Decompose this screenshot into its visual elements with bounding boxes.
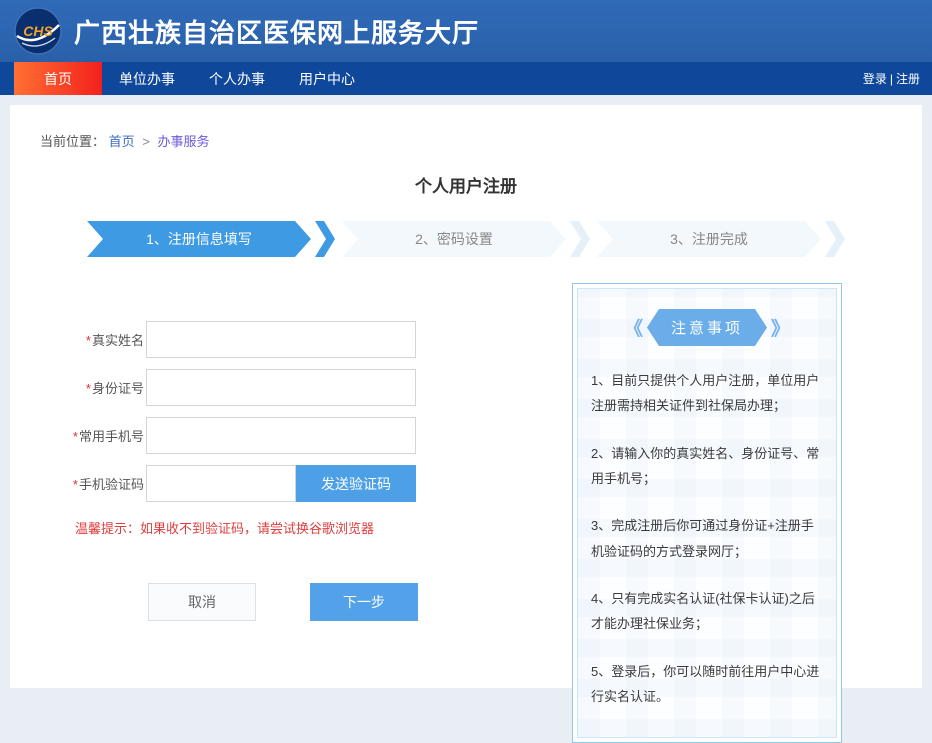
form-row-mobile: *常用手机号 <box>40 417 460 454</box>
chevron-right-icon <box>825 221 845 257</box>
site-title: 广西壮族自治区医保网上服务大厅 <box>74 13 479 50</box>
real-name-input[interactable] <box>146 321 416 358</box>
sms-code-input[interactable] <box>146 465 296 502</box>
register-link[interactable]: 注册 <box>896 70 920 87</box>
main-nav: 首页 单位办事 个人办事 用户中心 登录 | 注册 <box>0 62 932 95</box>
mobile-input[interactable] <box>146 417 416 454</box>
nav-tab-home[interactable]: 首页 <box>14 62 102 95</box>
form-row-sms-code: *手机验证码 发送验证码 <box>40 465 460 502</box>
double-chevron-right-icon: 》 <box>771 314 790 341</box>
id-number-label: *身份证号 <box>40 378 146 397</box>
mobile-label: *常用手机号 <box>40 426 146 445</box>
main-panel: 当前位置： 首页 > 办事服务 个人用户注册 1、注册信息填写 2、密码设置 3… <box>10 105 922 688</box>
nav-tab-user-center[interactable]: 用户中心 <box>282 62 372 95</box>
required-mark: * <box>86 333 91 348</box>
step-2-password-setup: 2、密码设置 <box>342 221 590 257</box>
required-mark: * <box>86 381 91 396</box>
notice-panel: 《 注意事项 》 1、目前只提供个人用户注册，单位用户注册需持相关证件到社保局办… <box>572 283 842 743</box>
id-number-input[interactable] <box>146 369 416 406</box>
chevron-right-icon <box>570 221 590 257</box>
step-1-label: 1、注册信息填写 <box>87 221 311 257</box>
notice-list: 1、目前只提供个人用户注册，单位用户注册需持相关证件到社保局办理； 2、请输入你… <box>591 368 823 709</box>
notice-item: 1、目前只提供个人用户注册，单位用户注册需持相关证件到社保局办理； <box>591 368 823 419</box>
chs-logo-icon: CHS <box>14 7 62 55</box>
breadcrumb: 当前位置： 首页 > 办事服务 <box>40 105 892 150</box>
breadcrumb-prefix: 当前位置： <box>40 134 105 149</box>
chevron-right-icon <box>315 221 335 257</box>
app-header: CHS 广西壮族自治区医保网上服务大厅 <box>0 0 932 62</box>
cancel-button[interactable]: 取消 <box>148 583 256 621</box>
content-row: *真实姓名 *身份证号 *常用手机号 *手机验证码 发送验证码 温馨提示：如果收… <box>40 283 892 743</box>
notice-title: 注意事项 <box>647 309 767 346</box>
notice-panel-inner: 《 注意事项 》 1、目前只提供个人用户注册，单位用户注册需持相关证件到社保局办… <box>577 288 837 738</box>
login-link[interactable]: 登录 <box>863 70 887 87</box>
form-actions: 取消 下一步 <box>40 583 460 621</box>
notice-item: 5、登录后，你可以随时前往用户中心进行实名认证。 <box>591 659 823 710</box>
nav-tab-unit-services[interactable]: 单位办事 <box>102 62 192 95</box>
required-mark: * <box>73 477 78 492</box>
real-name-label: *真实姓名 <box>40 330 146 349</box>
page-title: 个人用户注册 <box>40 172 892 197</box>
nav-tab-personal-services[interactable]: 个人办事 <box>192 62 282 95</box>
breadcrumb-current-link[interactable]: 办事服务 <box>158 134 210 149</box>
send-code-button[interactable]: 发送验证码 <box>296 465 416 502</box>
step-indicator: 1、注册信息填写 2、密码设置 3、注册完成 <box>87 221 845 257</box>
notice-item: 3、完成注册后你可通过身份证+注册手机验证码的方式登录网厅； <box>591 513 823 564</box>
notice-banner-row: 《 注意事项 》 <box>591 309 823 346</box>
double-chevron-left-icon: 《 <box>624 314 643 341</box>
step-1-register-info: 1、注册信息填写 <box>87 221 335 257</box>
form-row-id-number: *身份证号 <box>40 369 460 406</box>
auth-separator: | <box>890 72 893 86</box>
form-row-real-name: *真实姓名 <box>40 321 460 358</box>
sms-code-label: *手机验证码 <box>40 474 146 493</box>
breadcrumb-home-link[interactable]: 首页 <box>109 134 135 149</box>
auth-links: 登录 | 注册 <box>863 62 932 95</box>
logo-text: CHS <box>23 23 53 39</box>
breadcrumb-separator: > <box>142 134 150 149</box>
step-3-label: 3、注册完成 <box>597 221 821 257</box>
notice-item: 4、只有完成实名认证(社保卡认证)之后才能办理社保业务； <box>591 586 823 637</box>
notice-item: 2、请输入你的真实姓名、身份证号、常用手机号； <box>591 441 823 492</box>
warning-tip: 温馨提示：如果收不到验证码，请尝试换谷歌浏览器 <box>75 518 460 537</box>
next-step-button[interactable]: 下一步 <box>310 583 418 621</box>
step-2-label: 2、密码设置 <box>342 221 566 257</box>
step-3-register-done: 3、注册完成 <box>597 221 845 257</box>
required-mark: * <box>73 429 78 444</box>
registration-form: *真实姓名 *身份证号 *常用手机号 *手机验证码 发送验证码 温馨提示：如果收… <box>40 283 460 743</box>
